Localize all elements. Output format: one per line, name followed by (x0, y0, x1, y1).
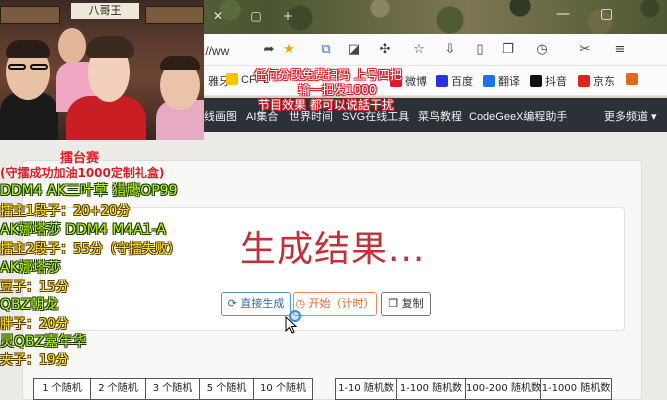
person-hair (6, 40, 50, 58)
webcam-overlay: 八哥王 (0, 0, 204, 140)
person-body (66, 96, 146, 140)
nav-item[interactable]: 线画图 (204, 108, 237, 124)
bookmark-item[interactable]: 翻译 (483, 73, 520, 89)
clock-icon: ◷ (295, 297, 309, 310)
direct-generate-button[interactable]: ⟳ 直接生成 (221, 292, 291, 316)
random-option[interactable]: 3 个随机 (145, 378, 200, 400)
extension-icon[interactable]: ⧉ (318, 42, 334, 58)
translate-icon (483, 75, 495, 87)
range-option[interactable]: 1-1000 随机数 (540, 378, 612, 400)
scissors-icon[interactable]: ✂ (577, 42, 593, 58)
caption-line: DDM4 AK三叶草 猎鹰OP99 (0, 183, 178, 199)
baidu-icon (436, 75, 448, 87)
bookmark-item[interactable]: 百度 (436, 73, 473, 89)
phone-icon[interactable]: ▯ (472, 42, 488, 58)
caption-line: 擂主2段子：55分（守擂失败） (0, 242, 181, 257)
shelf (145, 6, 204, 24)
maximize-button[interactable]: ▢ (600, 6, 613, 22)
star-icon[interactable]: ★ (281, 42, 297, 58)
puzzle-icon[interactable]: ✣ (377, 42, 393, 58)
nav-item[interactable]: 菜鸟教程 (418, 108, 462, 124)
download-icon[interactable]: ⇩ (442, 42, 458, 58)
random-range-grid: 1-10 随机数 1-100 随机数 100-200 随机数 1-1000 随机… (335, 378, 612, 400)
minimize-button[interactable]: — (556, 6, 570, 22)
mouse-cursor-icon (285, 316, 297, 334)
douyin-icon (530, 75, 542, 87)
copy-icon: ❐ (388, 297, 402, 310)
person-head (58, 28, 86, 64)
shelf (0, 6, 60, 24)
ring-subtitle: (守擂成功加油1000定制礼盒) (0, 166, 165, 180)
glasses (8, 64, 26, 70)
random-count-grid: 1 个随机 2 个随机 3 个随机 5 个随机 10 个随机 (33, 378, 313, 400)
person-hair (86, 36, 134, 58)
address-bar[interactable]: s://ww (196, 41, 258, 61)
jd-icon (578, 75, 590, 87)
refresh-icon: ⟳ (227, 297, 241, 310)
room-sign: 八哥王 (70, 2, 140, 20)
bookmark-item[interactable] (626, 73, 641, 86)
extension-icon[interactable]: ◪ (346, 42, 362, 58)
start-timer-button[interactable]: ◷ 开始（计时） (293, 292, 377, 316)
caption-line: AK娜塔莎 DDM4 M4A1-A (0, 222, 166, 238)
menu-icon[interactable]: ≡ (612, 42, 628, 58)
tab-close-icon[interactable]: ✕ (210, 8, 226, 24)
random-option[interactable]: 10 个随机 (253, 378, 313, 400)
caption-line: 夹子：19分 (0, 353, 69, 368)
nav-item[interactable]: CodeGeeX编程助手 (469, 108, 567, 124)
copy-button[interactable]: ❐ 复制 (381, 292, 431, 316)
caption-line: AK娜塔莎 (0, 260, 61, 276)
random-option[interactable]: 2 个随机 (90, 378, 146, 400)
share-icon[interactable]: ➦ (261, 42, 277, 58)
bookmark-favicon (626, 73, 638, 85)
caption-top: 节目效果 都可以说話干扰 (258, 98, 394, 112)
new-tab-button[interactable]: + (280, 8, 296, 24)
range-option[interactable]: 1-100 随机数 (396, 378, 466, 400)
random-option[interactable]: 5 个随机 (199, 378, 254, 400)
caption-line: QBZ朝龙 (0, 297, 59, 313)
random-option[interactable]: 1 个随机 (33, 378, 91, 400)
tabs-icon[interactable]: ❐ (500, 42, 516, 58)
history-icon[interactable]: ◷ (534, 42, 550, 58)
range-option[interactable]: 100-200 随机数 (465, 378, 541, 400)
nav-more[interactable]: 更多频道 ▾ (604, 108, 657, 124)
favorites-icon[interactable]: ☆ (411, 42, 427, 58)
caption-line: 擂主1段子：20+20分 (0, 204, 131, 219)
person-hair (160, 56, 200, 70)
caption-line: 灵QBZ嘉年华 (0, 334, 87, 350)
range-option[interactable]: 1-10 随机数 (335, 378, 397, 400)
glasses (30, 64, 48, 70)
tab-icon[interactable]: ▢ (248, 8, 264, 24)
screen: ✕ ▢ + — ▢ s://ww ➦ ★ ⧉ ◪ ✣ ☆ ⇩ ▯ ❐ ◷ ✂ ≡… (0, 0, 667, 400)
caption-line: 豆子：15分 (0, 280, 69, 295)
bookmark-item[interactable]: 抖音 (530, 73, 567, 89)
caption-line: 胖子：20分 (0, 317, 69, 332)
result-text: 生成结果... (240, 229, 426, 270)
bookmark-favicon (226, 73, 238, 85)
bookmark-item[interactable]: 京东 (578, 73, 615, 89)
